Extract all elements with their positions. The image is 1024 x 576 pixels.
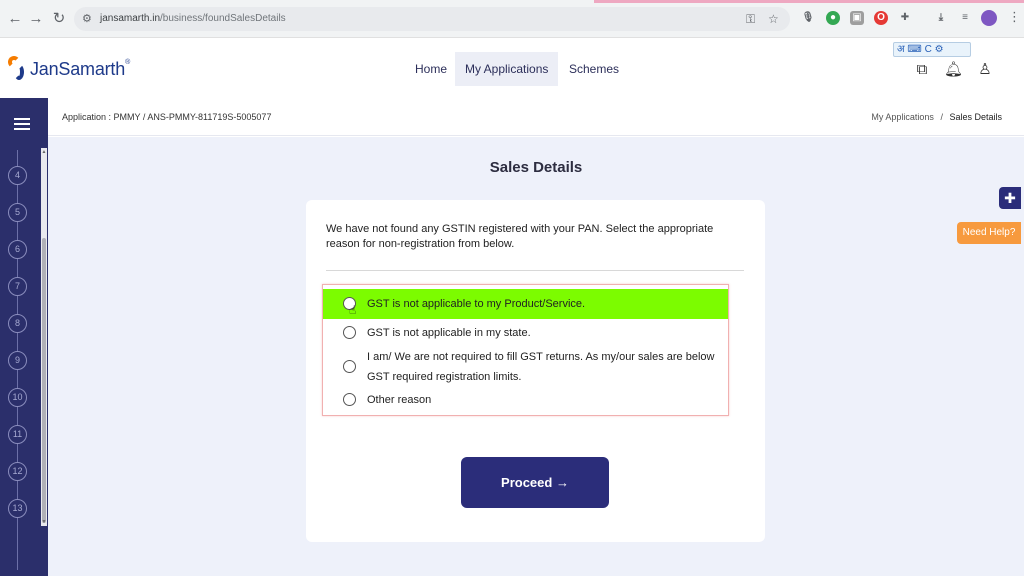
step-8[interactable]: 8 (8, 314, 27, 333)
nav-schemes[interactable]: Schemes (559, 52, 629, 86)
opera-extension-icon[interactable]: O (874, 11, 888, 25)
scroll-up-arrow-icon[interactable]: ▲ (41, 149, 47, 155)
back-icon[interactable]: ← (6, 10, 24, 28)
step-5[interactable]: 5 (8, 203, 27, 222)
sales-details-card: We have not found any GSTIN registered w… (306, 200, 765, 542)
application-id: Application : PMMY / ANS-PMMY-811719S-50… (62, 112, 272, 122)
notification-bell-icon[interactable]: 🔔︎ (944, 61, 963, 79)
reason-options-group: GST is not applicable to my Product/Serv… (322, 284, 729, 416)
option-label: GST is not applicable in my state. (367, 327, 531, 339)
option-below-limits[interactable]: I am/ We are not required to fill GST re… (323, 346, 728, 386)
logo-trademark: ® (125, 58, 131, 66)
step-10[interactable]: 10 (8, 388, 27, 407)
step-4[interactable]: 4 (8, 166, 27, 185)
step-6[interactable]: 6 (8, 240, 27, 259)
nav-home[interactable]: Home (405, 52, 457, 86)
page-title: Sales Details (489, 159, 583, 176)
step-13[interactable]: 13 (8, 499, 27, 518)
breadcrumb-separator: / (940, 112, 943, 122)
breadcrumb-my-applications[interactable]: My Applications (871, 112, 934, 122)
step-7[interactable]: 7 (8, 277, 27, 296)
password-key-icon[interactable]: ⚿ (746, 12, 755, 26)
download-icon[interactable]: ⤓ (934, 11, 948, 25)
radio-other-reason[interactable] (343, 393, 356, 406)
radio-below-limits[interactable] (343, 360, 356, 373)
option-label: I am/ We are not required to fill GST re… (367, 351, 715, 383)
gstin-not-found-message: We have not found any GSTIN registered w… (326, 223, 714, 250)
option-not-applicable-state[interactable]: GST is not applicable in my state. (323, 322, 728, 344)
media-control-icon[interactable]: ≡ (958, 11, 972, 25)
floating-plus-icon[interactable]: ✚ (999, 187, 1021, 209)
breadcrumb: My Applications / Sales Details (871, 112, 1002, 122)
user-profile-icon[interactable]: ♙ (976, 61, 994, 79)
extension-gray-icon[interactable]: ▣ (850, 11, 864, 25)
mouse-cursor-icon: ☝ (349, 303, 357, 317)
logo-wordmark: JanSamarth (30, 58, 126, 79)
browser-toolbar: ← → ↻ ⚙ jansamarth.in/business/foundSale… (0, 0, 1024, 38)
logo-mark-icon (8, 56, 28, 82)
microphone-icon[interactable]: 🎙 (801, 11, 815, 25)
need-help-button[interactable]: Need Help? (957, 222, 1021, 244)
nav-my-applications[interactable]: My Applications (455, 52, 559, 86)
extensions-puzzle-icon[interactable]: ✚ (898, 11, 912, 25)
bookmark-star-icon[interactable]: ☆ (768, 12, 779, 26)
language-input-toolbar[interactable]: अ ⌨ C ⚙ (893, 42, 971, 57)
breadcrumb-bar: Application : PMMY / ANS-PMMY-811719S-50… (48, 98, 1024, 136)
sidebar-scrollbar-thumb[interactable] (42, 238, 46, 523)
reload-icon[interactable]: ↻ (50, 10, 68, 28)
url-domain: jansamarth.in (100, 13, 161, 24)
step-11[interactable]: 11 (8, 425, 27, 444)
translate-icon[interactable]: ⧉ (913, 61, 931, 79)
step-9[interactable]: 9 (8, 351, 27, 370)
proceed-button[interactable]: Proceed → (461, 457, 609, 508)
jansamarth-logo[interactable]: JanSamarth® (8, 55, 130, 83)
extension-green-icon[interactable]: ● (826, 11, 840, 25)
profile-avatar[interactable] (981, 10, 997, 26)
step-12[interactable]: 12 (8, 462, 27, 481)
site-info-icon[interactable]: ⚙ (82, 12, 96, 26)
main-content: Sales Details We have not found any GSTI… (48, 137, 1024, 576)
tab-strip-accent (0, 0, 1024, 3)
scroll-down-arrow-icon[interactable]: ▼ (41, 519, 47, 525)
url-text[interactable]: jansamarth.in/business/foundSalesDetails (100, 13, 286, 24)
option-label: Other reason (367, 394, 432, 406)
option-not-applicable-product[interactable]: GST is not applicable to my Product/Serv… (323, 289, 728, 319)
hamburger-menu-icon[interactable] (14, 118, 30, 130)
logo-text: JanSamarth® (30, 59, 130, 80)
option-other-reason[interactable]: Other reason (323, 389, 728, 411)
url-path: /business/foundSalesDetails (160, 13, 286, 24)
option-label: GST is not applicable to my Product/Serv… (367, 298, 586, 310)
radio-not-applicable-state[interactable] (343, 326, 356, 339)
forward-icon[interactable]: → (27, 10, 45, 28)
breadcrumb-current: Sales Details (949, 112, 1002, 122)
address-bar[interactable]: ⚙ jansamarth.in/business/foundSalesDetai… (74, 7, 790, 31)
divider (326, 270, 744, 271)
browser-menu-icon[interactable]: ⋮ (1008, 9, 1021, 25)
